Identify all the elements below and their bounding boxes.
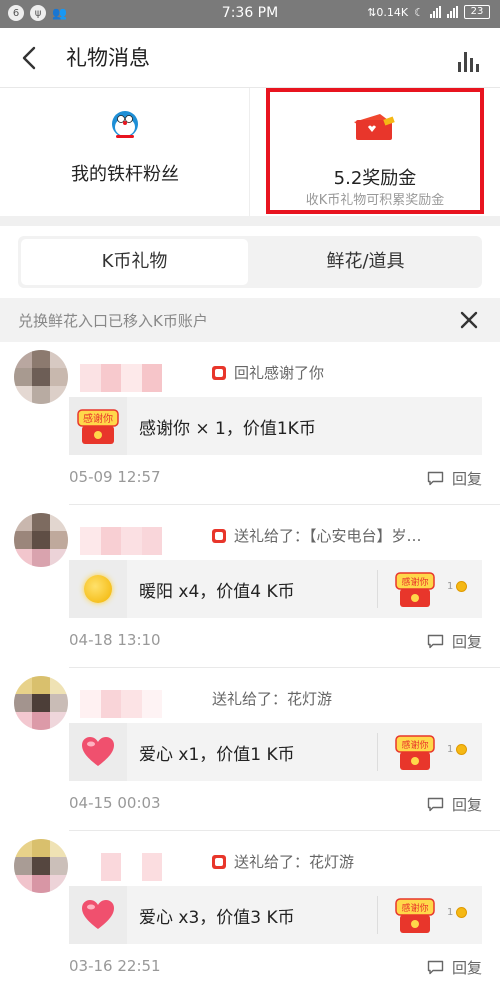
header: 礼物消息: [0, 28, 500, 88]
reply-button[interactable]: 回复: [427, 468, 482, 489]
reply-button[interactable]: 回复: [427, 631, 482, 652]
svg-text:感谢你: 感谢你: [401, 739, 428, 751]
top-cards: 我的铁杆粉丝 5.2奖励金 收K币礼物可积累奖励金: [0, 88, 500, 216]
message-action: 回礼感谢了你: [212, 362, 488, 383]
thanks-return-icon: 感谢你: [395, 735, 435, 770]
coin-icon: [456, 581, 468, 592]
username-redacted: [80, 527, 162, 555]
separator: [377, 570, 378, 608]
thanks-return-icon: 感谢你: [395, 898, 435, 933]
heart-icon: [82, 900, 114, 929]
gift-mini-icon: [212, 365, 226, 380]
gift-text: 感谢你 × 1，价值1K币: [139, 419, 316, 439]
battery-icon: 23: [464, 5, 490, 19]
svg-text:感谢你: 感谢你: [83, 412, 113, 425]
gift-text: 爱心 x1，价值1 K币: [139, 745, 295, 765]
notice-text: 兑换鲜花入口已移入K币账户: [18, 312, 208, 330]
timestamp: 05-09 12:57: [69, 468, 161, 486]
tab-kcoin-gifts[interactable]: K币礼物: [21, 239, 248, 285]
svg-text:感谢你: 感谢你: [401, 902, 428, 914]
signal-icon-2: [447, 6, 458, 18]
status-right: ⇅0.14K ☾ 23: [367, 5, 490, 19]
heart-gift-icon: [69, 723, 127, 781]
thanks-gift-icon: 感谢你: [69, 397, 127, 455]
close-icon[interactable]: [458, 309, 480, 331]
action-text: 送礼给了：【心安电台】岁…: [234, 527, 422, 545]
tab-flowers-props[interactable]: 鲜花/道具: [252, 239, 479, 285]
ticket-icon: [354, 114, 395, 140]
username-redacted: [80, 364, 162, 392]
bonus-sublabel: 收K币礼物可积累奖励金: [305, 193, 445, 208]
avatar[interactable]: [14, 350, 68, 404]
message-action: 送礼给了：花灯游: [212, 688, 488, 709]
message-action: 送礼给了：花灯游: [212, 851, 488, 872]
notice-bar: 兑换鲜花入口已移入K币账户: [0, 298, 500, 342]
separator: [377, 896, 378, 934]
gift-mini-icon: [212, 528, 226, 543]
reply-label: 回复: [451, 633, 482, 651]
coin-icon: [456, 907, 468, 918]
reply-label: 回复: [451, 959, 482, 977]
action-text: 回礼感谢了你: [234, 364, 325, 382]
gift-text: 暖阳 x4，价值4 K币: [139, 582, 295, 602]
avatar[interactable]: [14, 839, 68, 893]
return-count: 1: [447, 744, 468, 755]
net-speed: ⇅0.14K: [367, 5, 409, 19]
gift-tabs: K币礼物 鲜花/道具: [18, 236, 482, 288]
sun-gift-icon: [69, 560, 127, 618]
stats-icon[interactable]: [458, 48, 484, 72]
return-count: 1: [447, 581, 468, 592]
signal-icon: [430, 6, 441, 18]
timestamp: 04-18 13:10: [69, 631, 161, 649]
reply-button[interactable]: 回复: [427, 794, 482, 815]
gift-text: 爱心 x3，价值3 K币: [139, 908, 295, 928]
section-divider: [0, 216, 500, 226]
return-count-value: 1: [447, 744, 454, 755]
back-icon[interactable]: [14, 42, 46, 74]
action-text: 送礼给了：花灯游: [212, 690, 333, 708]
fans-label: 我的铁杆粉丝: [71, 164, 179, 185]
bonus-label: 5.2奖励金: [333, 168, 417, 189]
thanks-return-icon: 感谢你: [395, 572, 435, 607]
message-action: 送礼给了：【心安电台】岁…: [212, 525, 488, 546]
list-item: 回礼感谢了你 感谢你 感谢你 × 1，价值1K币 05-09 12:57 回复: [0, 342, 500, 505]
gift-mini-icon: [212, 854, 226, 869]
heart-gift-icon: [69, 886, 127, 944]
reply-button[interactable]: 回复: [427, 957, 482, 978]
comment-icon: [427, 634, 444, 649]
bonus-card[interactable]: 5.2奖励金 收K币礼物可积累奖励金: [266, 88, 484, 214]
avatar[interactable]: [14, 513, 68, 567]
coin-icon: [456, 744, 468, 755]
username-redacted: [80, 690, 162, 718]
reply-label: 回复: [451, 796, 482, 814]
sun-icon: [84, 575, 112, 603]
action-text: 送礼给了：花灯游: [234, 853, 355, 871]
separator: [377, 733, 378, 771]
heart-icon: [82, 737, 114, 766]
svg-text:感谢你: 感谢你: [401, 576, 428, 588]
gift-box[interactable]: 爱心 x1，价值1 K币 感谢你 1: [69, 723, 482, 781]
moon-icon: ☾: [414, 5, 424, 19]
return-count-value: 1: [447, 581, 454, 592]
reply-label: 回复: [451, 470, 482, 488]
doraemon-icon: [112, 111, 138, 138]
fans-card[interactable]: 我的铁杆粉丝: [0, 88, 250, 216]
gift-box[interactable]: 感谢你 感谢你 × 1，价值1K币: [69, 397, 482, 455]
list-item: 送礼给了：花灯游 爱心 x1，价值1 K币 感谢你 1 04-15 00:03 …: [0, 668, 500, 831]
list-item: 送礼给了：【心安电台】岁… 暖阳 x4，价值4 K币 感谢你 1 04-18 1…: [0, 505, 500, 668]
gift-box[interactable]: 爱心 x3，价值3 K币 感谢你 1: [69, 886, 482, 944]
avatar[interactable]: [14, 676, 68, 730]
return-count: 1: [447, 907, 468, 918]
username-redacted: [80, 853, 162, 881]
timestamp: 04-15 00:03: [69, 794, 161, 812]
comment-icon: [427, 471, 444, 486]
list-item: 送礼给了：花灯游 爱心 x3，价值3 K币 感谢你 1 03-16 22:51 …: [0, 831, 500, 1000]
timestamp: 03-16 22:51: [69, 957, 161, 975]
status-bar: 6 ψ 👥 7:36 PM ⇅0.14K ☾ 23: [0, 0, 500, 28]
gift-box[interactable]: 暖阳 x4，价值4 K币 感谢你 1: [69, 560, 482, 618]
comment-icon: [427, 797, 444, 812]
return-count-value: 1: [447, 907, 454, 918]
page-title: 礼物消息: [66, 46, 150, 70]
comment-icon: [427, 960, 444, 975]
